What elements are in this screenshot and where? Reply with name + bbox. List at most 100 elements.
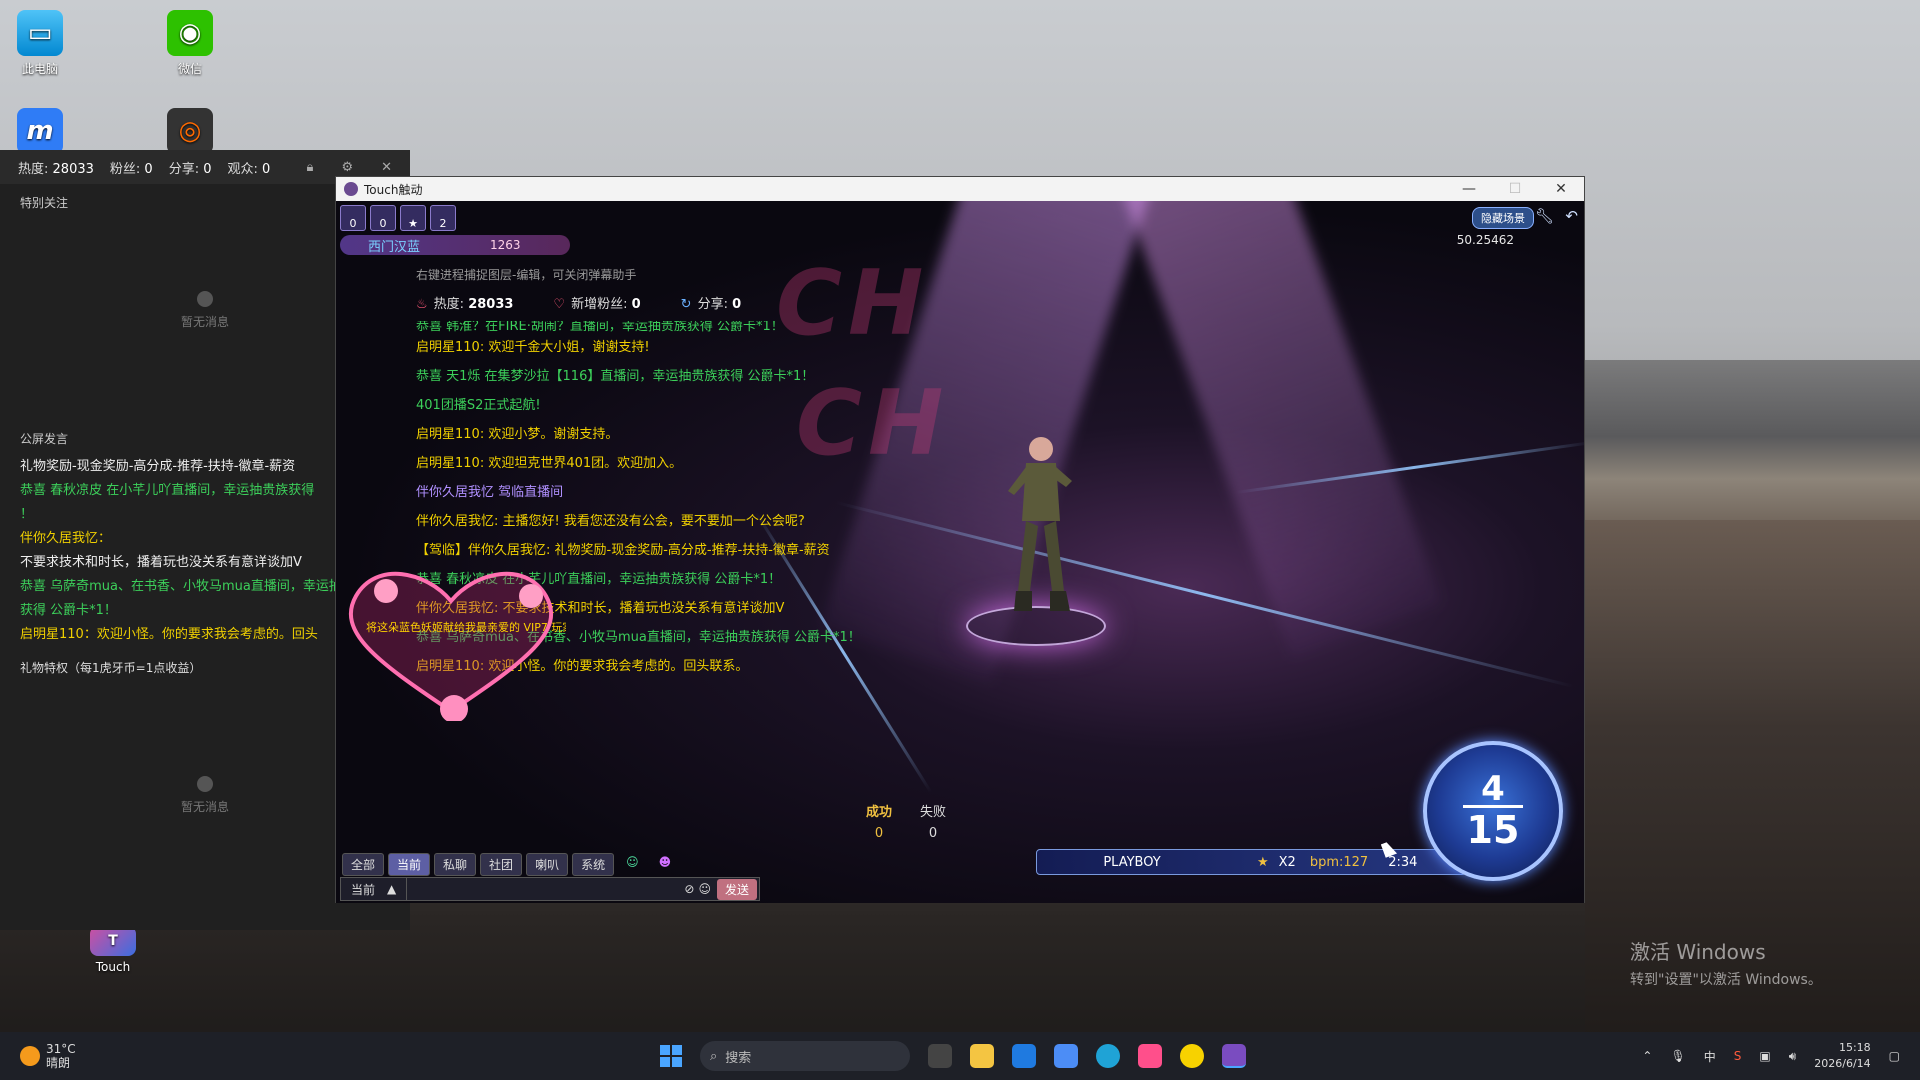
network-icon[interactable]: ▣ xyxy=(1759,1049,1770,1063)
emoji-icon[interactable]: ☺ xyxy=(698,882,711,896)
chat-input[interactable] xyxy=(407,881,685,897)
file-explorer-icon[interactable] xyxy=(970,1044,994,1068)
game-launcher-icon[interactable] xyxy=(1180,1044,1204,1068)
close-icon[interactable]: ✕ xyxy=(1538,181,1584,197)
chat-tabs: 全部 当前 私聊 社团 喇叭 系统 ☺ ☻ xyxy=(342,853,679,876)
song-time: 2:34 xyxy=(1388,854,1418,870)
search-icon: ⌕ xyxy=(710,1048,718,1064)
player-level: 1263 xyxy=(490,238,521,252)
windows-activation-watermark: 激活 Windows 转到"设置"以激活 Windows。 xyxy=(1630,940,1822,988)
system-tray: ⌃ 🎙︎ 中 S ▣ 🔊︎ 15:18 2026/6/14 ▢ xyxy=(1642,1040,1900,1072)
avatar-icon[interactable]: ☻ xyxy=(651,853,680,876)
close-icon[interactable]: ✕ xyxy=(381,160,392,175)
app-icon xyxy=(344,182,358,196)
record-icon: ◎ xyxy=(167,108,213,154)
player-name: 西门汉蓝 xyxy=(368,239,421,255)
fail-count: 0 xyxy=(928,826,938,841)
result-counter: 成功 0 失败 0 xyxy=(866,805,947,841)
maximize-icon[interactable]: ☐ xyxy=(1492,181,1538,197)
notification-icon[interactable]: ▢ xyxy=(1889,1049,1900,1063)
weather-widget[interactable]: 31°C 晴朗 xyxy=(20,1042,76,1070)
overlay-hint: 右键进程捕捉图层-编辑，可关闭弹幕助手 xyxy=(416,268,637,282)
tab-system[interactable]: 系统 xyxy=(572,853,615,876)
multiplier: X2 xyxy=(1278,854,1296,870)
touch-taskbar-icon[interactable] xyxy=(1222,1044,1246,1068)
overlay-message: 恭喜 韩淮？在FIRE·胡闹？直播间，幸运抽贵族获得 公爵卡*1！ xyxy=(416,321,784,333)
viewers-value: 0 xyxy=(262,161,271,177)
touch-game-window: Touch触动 — ☐ ✕ CH CH 0 0 ★ 2 西门汉蓝 1263 隐藏… xyxy=(335,176,1585,903)
block-icon[interactable]: ⊘ xyxy=(684,882,694,896)
taskbar: 31°C 晴朗 ⌕ 搜索 ⌃ 🎙︎ 中 S ▣ 🔊︎ 15:18 2026/6/1… xyxy=(0,1032,1920,1080)
wechat-icon: ◉ xyxy=(167,10,213,56)
song-title: PLAYBOY xyxy=(1103,854,1161,870)
empty-icon xyxy=(197,291,213,307)
music-app-icon[interactable] xyxy=(1138,1044,1162,1068)
dancer-character xyxy=(1008,437,1072,611)
game-stage: CH CH 0 0 ★ 2 西门汉蓝 1263 隐藏场景 🔧︎ ↶ 50.254… xyxy=(336,201,1584,903)
coordinate-readout: 50.25462 xyxy=(1456,233,1514,247)
emote-icon[interactable]: ☺ xyxy=(618,853,647,876)
tab-all[interactable]: 全部 xyxy=(342,853,385,876)
wallpaper-sea xyxy=(1585,360,1920,530)
meitu-icon: m xyxy=(17,108,63,154)
overlay-message: 401团播S2正式起航! xyxy=(416,398,541,413)
wrench-icon[interactable]: 🔧︎ xyxy=(1535,207,1554,225)
tab-horn[interactable]: 喇叭 xyxy=(526,853,569,876)
heart-icon: ♡ xyxy=(553,297,566,312)
fans-value: 0 xyxy=(144,161,153,177)
desktop-icon-this-pc[interactable]: ▭ 此电脑 xyxy=(0,10,80,77)
microphone-icon[interactable]: 🎙︎ xyxy=(1670,1049,1685,1063)
overlay-message: 启明星110: 欢迎小梦。谢谢支持。 xyxy=(416,427,619,442)
gear-icon[interactable]: ⚙ xyxy=(341,160,353,175)
touch-game-icon: T xyxy=(90,926,136,956)
meitu-icon[interactable] xyxy=(1054,1044,1078,1068)
overlay-message: 伴你久居我忆: 主播您好! 我看您还没有公会，要不要加一个公会呢? xyxy=(416,514,805,529)
desktop-icon-touch[interactable]: T Touch xyxy=(73,926,153,974)
badge[interactable]: 2 xyxy=(430,205,456,231)
overlay-message: 启明星110: 欢迎千金大小姐，谢谢支持! xyxy=(416,340,650,355)
fire-icon: ♨ xyxy=(416,297,428,312)
hide-scene-button[interactable]: 隐藏场景 xyxy=(1472,207,1534,229)
combo-counter: 4 15 xyxy=(1423,741,1563,881)
send-button[interactable]: 发送 xyxy=(716,878,757,900)
badge[interactable]: 0 xyxy=(340,205,366,231)
player-namebar: 西门汉蓝 1263 xyxy=(340,235,570,255)
desktop-icon-wechat[interactable]: ◉ 微信 xyxy=(150,10,230,77)
success-count: 0 xyxy=(874,826,884,841)
overlay-message: 伴你久居我忆 驾临直播间 xyxy=(416,485,564,500)
minimize-icon[interactable]: — xyxy=(1446,181,1492,197)
star-badge[interactable]: ★ xyxy=(400,205,426,231)
overlay-message: 恭喜 天1烁 在集梦沙拉【116】直播间，幸运抽贵族获得 公爵卡*1！ xyxy=(416,369,815,384)
channel-select[interactable]: 当前 ▲ xyxy=(341,878,408,900)
share-value: 0 xyxy=(203,161,212,177)
chevron-up-icon[interactable]: ⌃ xyxy=(1642,1049,1652,1063)
input-method-icon[interactable]: 中 xyxy=(1704,1048,1716,1065)
overlay-message: 启明星110: 欢迎坦克世界401团。欢迎加入。 xyxy=(416,456,683,471)
lock-icon[interactable]: 🔒︎ xyxy=(307,160,314,175)
window-titlebar[interactable]: Touch触动 — ☐ ✕ xyxy=(336,177,1584,201)
chat-input-row: 当前 ▲ ⊘ ☺ 发送 xyxy=(340,877,760,901)
edge-icon[interactable] xyxy=(1096,1044,1120,1068)
tab-current[interactable]: 当前 xyxy=(388,853,431,876)
song-info-bar: PLAYBOY ★ X2 bpm:127 2:34 xyxy=(1036,849,1466,875)
tab-club[interactable]: 社团 xyxy=(480,853,523,876)
start-button[interactable] xyxy=(660,1045,682,1067)
empty-icon xyxy=(197,776,213,792)
badge[interactable]: 0 xyxy=(370,205,396,231)
taskbar-search[interactable]: ⌕ 搜索 xyxy=(700,1041,910,1071)
share-icon: ↻ xyxy=(680,297,692,312)
sogou-icon[interactable]: S xyxy=(1734,1049,1742,1063)
spotlight xyxy=(1120,201,1443,659)
task-view-icon[interactable] xyxy=(928,1044,952,1068)
weather-icon xyxy=(20,1046,40,1066)
arrow-up-icon: ▲ xyxy=(387,882,397,896)
computer-icon: ▭ xyxy=(17,10,63,56)
store-icon[interactable] xyxy=(1012,1044,1036,1068)
clock[interactable]: 15:18 2026/6/14 xyxy=(1814,1040,1870,1072)
back-icon[interactable]: ↶ xyxy=(1565,207,1578,225)
volume-icon[interactable]: 🔊︎ xyxy=(1789,1049,1797,1064)
tab-private[interactable]: 私聊 xyxy=(434,853,477,876)
gift-heart-card: 将这朵蓝色妖姬献给我最亲爱的 VIP7 玩家，我想对TA说： xyxy=(349,571,566,721)
player-badges: 0 0 ★ 2 xyxy=(340,205,456,231)
star-icon: ★ xyxy=(1257,854,1269,870)
